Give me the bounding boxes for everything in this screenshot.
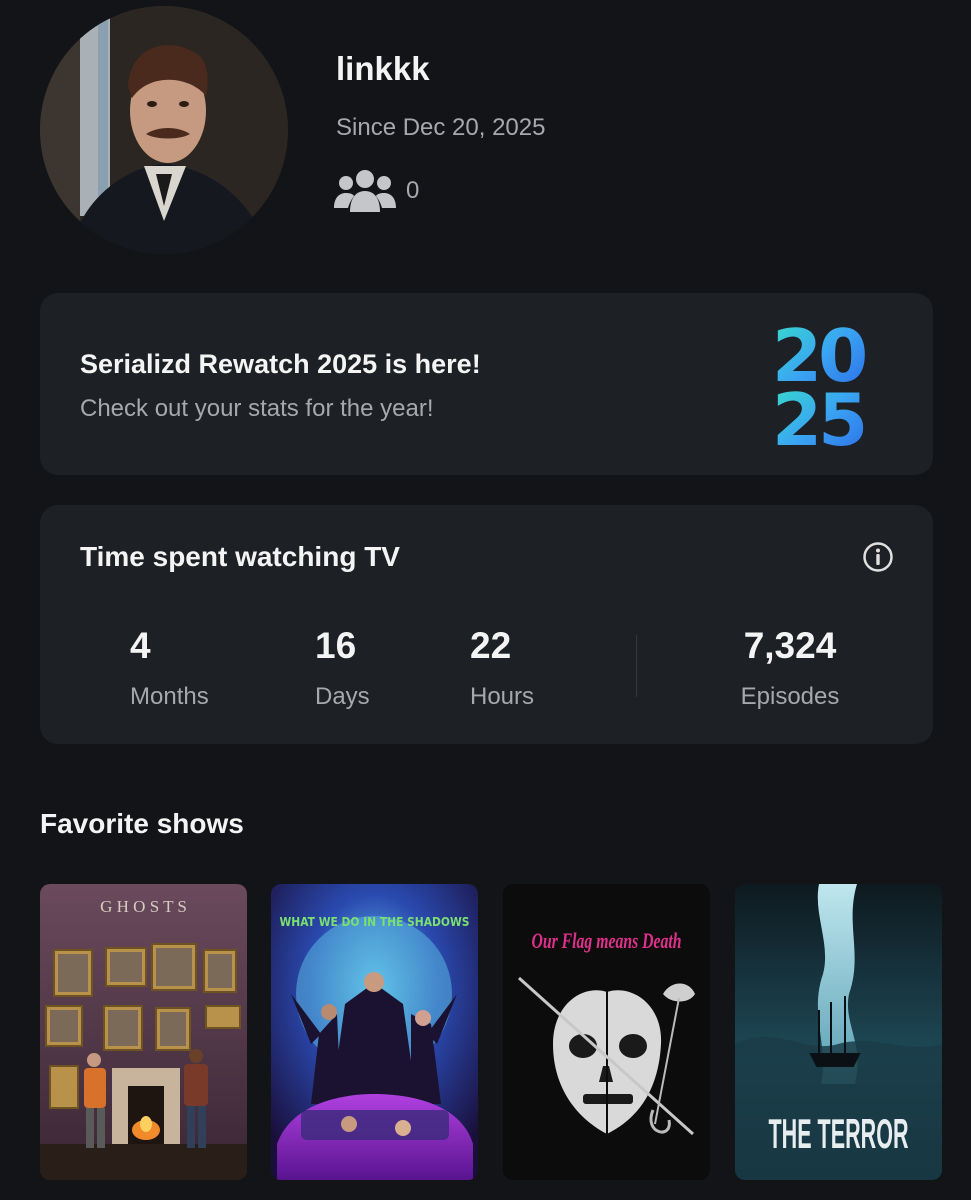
stat-label: Hours [470,683,535,710]
stat-label: Months [130,683,209,710]
poster-title: THE TERROR [769,1110,909,1157]
stat-episodes: 7,324 Episodes [730,625,850,711]
shadows-poster-icon: WHAT WE DO IN THE SHADOWS [271,884,478,1180]
stat-value: 7,324 [743,625,837,666]
stat-months: 4 Months [130,625,209,711]
avatar-image [40,6,288,254]
rewatch-2025-logo: 20 25 [772,321,869,449]
favorite-shows-title: Favorite shows [40,808,244,839]
poster-title: Our Flag means Death [532,928,682,953]
terror-poster-icon: THE TERROR [735,884,942,1180]
watch-time-card: Time spent watching TV 4 Months 16 Days … [40,505,933,744]
favorite-show-flag[interactable]: Our Flag means Death [503,884,710,1180]
stat-hours: 22 Hours [470,625,534,711]
username: linkkk [336,50,430,87]
poster-title: G H O S T S [100,897,187,916]
watch-time-title: Time spent watching TV [80,541,400,572]
stat-label: Days [315,683,370,710]
ghosts-poster-icon: G H O S T S [40,884,247,1180]
info-icon[interactable] [862,541,894,573]
stat-label: Episodes [740,683,840,710]
favorite-show-shadows[interactable]: WHAT WE DO IN THE SHADOWS [271,884,478,1180]
year-bottom-text: 25 [772,378,864,449]
profile-avatar[interactable] [40,6,288,254]
stats-divider [636,635,637,697]
profile-page: linkkk Since Dec 20, 2025 0 Serializd Re… [0,0,971,1200]
favorite-show-terror[interactable]: THE TERROR [735,884,942,1180]
friends-icon [334,170,396,212]
stat-value: 16 [315,625,357,666]
rewatch-subtitle: Check out your stats for the year! [80,395,434,422]
member-since: Since Dec 20, 2025 [336,114,546,141]
flag-poster-icon: Our Flag means Death [503,884,710,1180]
stat-days: 16 Days [315,625,370,711]
friends-count: 0 [406,177,420,204]
friends-link[interactable]: 0 [334,166,419,216]
favorite-show-ghosts[interactable]: G H O S T S [40,884,247,1180]
stat-value: 22 [470,625,512,666]
poster-title: WHAT WE DO IN THE SHADOWS [280,915,470,929]
rewatch-title: Serializd Rewatch 2025 is here! [80,349,481,379]
stat-value: 4 [130,625,151,666]
rewatch-banner[interactable]: Serializd Rewatch 2025 is here! Check ou… [40,293,933,475]
